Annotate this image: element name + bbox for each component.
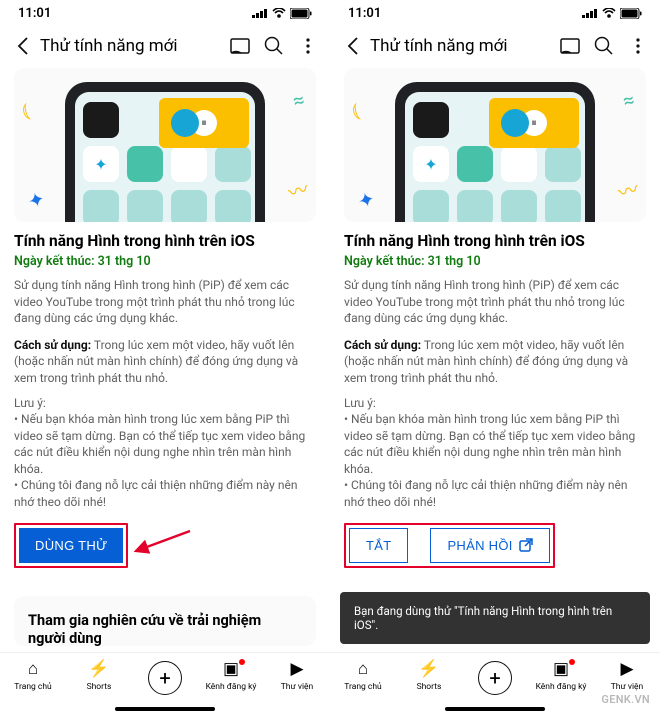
note-bullet: • Chúng tôi đang nỗ lực cải thiện những … — [14, 477, 316, 510]
note-heading: Lưu ý: — [344, 396, 646, 410]
signal-icon — [252, 8, 268, 18]
note-heading: Lưu ý: — [14, 396, 316, 410]
cast-icon — [560, 38, 580, 54]
library-icon: ▶ — [620, 659, 633, 679]
nav-shorts[interactable]: ⚡Shorts — [69, 659, 129, 692]
cast-icon — [230, 38, 250, 54]
feature-title: Tính năng Hình trong hình trên iOS — [344, 232, 646, 250]
nav-subscriptions[interactable]: ▣Kênh đăng ký — [531, 659, 591, 692]
highlight-box: TẮT PHẢN HỒI — [344, 523, 555, 568]
page-title: Thử tính năng mới — [38, 36, 226, 56]
turn-off-button[interactable]: TẮT — [349, 528, 408, 563]
status-bar: 11:01 — [0, 0, 330, 24]
watermark: GENK.VN — [601, 693, 650, 706]
feature-end-date: Ngày kết thúc: 31 thg 10 — [14, 254, 316, 269]
nav-library[interactable]: ▶Thư viện — [267, 659, 327, 692]
nav-home[interactable]: ⌂Trang chủ — [333, 659, 393, 692]
page-title: Thử tính năng mới — [368, 36, 556, 56]
more-vert-icon — [636, 38, 640, 54]
note-bullet: • Nếu bạn khóa màn hình trong lúc xem bằ… — [344, 411, 646, 477]
notification-dot-icon — [569, 659, 575, 665]
home-icon: ⌂ — [358, 659, 368, 679]
plus-icon: + — [478, 661, 512, 695]
cast-button[interactable] — [556, 38, 584, 54]
signal-icon — [582, 8, 598, 18]
back-button[interactable] — [8, 37, 38, 55]
more-button[interactable] — [294, 38, 322, 54]
shorts-icon: ⚡ — [88, 659, 109, 679]
note-bullet: • Chúng tôi đang nỗ lực cải thiện những … — [344, 477, 646, 510]
feature-howto: Cách sử dụng: Trong lúc xem một video, h… — [344, 337, 646, 387]
search-button[interactable] — [260, 36, 288, 56]
note-bullet: • Nếu bạn khóa màn hình trong lúc xem bằ… — [14, 411, 316, 477]
app-header: Thử tính năng mới — [0, 24, 330, 68]
subscriptions-icon: ▣ — [553, 659, 569, 679]
nav-library[interactable]: ▶Thư viện — [597, 659, 657, 692]
status-indicators — [252, 8, 312, 19]
nav-subscriptions[interactable]: ▣Kênh đăng ký — [201, 659, 261, 692]
status-indicators — [582, 8, 642, 19]
status-time: 11:01 — [348, 6, 381, 21]
home-indicator — [115, 707, 215, 711]
cast-button[interactable] — [226, 38, 254, 54]
home-icon: ⌂ — [28, 659, 38, 679]
chevron-left-icon — [17, 37, 29, 55]
search-button[interactable] — [590, 36, 618, 56]
nav-create[interactable]: + — [135, 659, 195, 695]
feature-description: Sử dụng tính năng Hình trong hình (PiP) … — [14, 277, 316, 327]
external-link-icon — [519, 538, 533, 552]
highlight-box: DÙNG THỬ — [14, 523, 128, 568]
status-time: 11:01 — [18, 6, 51, 21]
battery-icon — [290, 8, 312, 19]
notification-dot-icon — [239, 659, 245, 665]
feature-illustration: ⦅ ≈ ✦ 〰 ✦ — [14, 68, 316, 222]
battery-icon — [620, 8, 642, 19]
chevron-left-icon — [347, 37, 359, 55]
nav-home[interactable]: ⌂Trang chủ — [3, 659, 63, 692]
more-vert-icon — [306, 38, 310, 54]
research-card[interactable]: Tham gia nghiên cứu về trải nghiệm người… — [14, 596, 316, 646]
feature-howto: Cách sử dụng: Trong lúc xem một video, h… — [14, 337, 316, 387]
feature-end-date: Ngày kết thúc: 31 thg 10 — [344, 254, 646, 269]
annotation-arrow-icon — [132, 529, 192, 559]
try-it-button[interactable]: DÙNG THỬ — [19, 528, 123, 563]
feature-title: Tính năng Hình trong hình trên iOS — [14, 232, 316, 250]
library-icon: ▶ — [290, 659, 303, 679]
plus-icon: + — [148, 661, 182, 695]
feedback-button[interactable]: PHẢN HỒI — [430, 528, 549, 563]
pip-preview-icon: ⏸ — [489, 98, 579, 148]
wifi-icon — [602, 8, 616, 18]
nav-create[interactable]: + — [465, 659, 525, 695]
feature-description: Sử dụng tính năng Hình trong hình (PiP) … — [344, 277, 646, 327]
status-bar: 11:01 — [330, 0, 660, 24]
subscriptions-icon: ▣ — [223, 659, 239, 679]
back-button[interactable] — [338, 37, 368, 55]
home-indicator — [445, 707, 545, 711]
pip-preview-icon: ⏸ — [159, 98, 249, 148]
app-header: Thử tính năng mới — [330, 24, 660, 68]
toast-message: Bạn đang dùng thử "Tính năng Hình trong … — [340, 592, 650, 644]
research-card-title: Tham gia nghiên cứu về trải nghiệm người… — [28, 612, 302, 646]
wifi-icon — [272, 8, 286, 18]
search-icon — [594, 36, 614, 56]
search-icon — [264, 36, 284, 56]
nav-shorts[interactable]: ⚡Shorts — [399, 659, 459, 692]
shorts-icon: ⚡ — [418, 659, 439, 679]
bottom-nav: ⌂Trang chủ ⚡Shorts + ▣Kênh đăng ký ▶Thư … — [0, 652, 330, 714]
feature-illustration: ⦅ ≈ ✦ 〰 ✦ ⏸ — [344, 68, 646, 222]
more-button[interactable] — [624, 38, 652, 54]
